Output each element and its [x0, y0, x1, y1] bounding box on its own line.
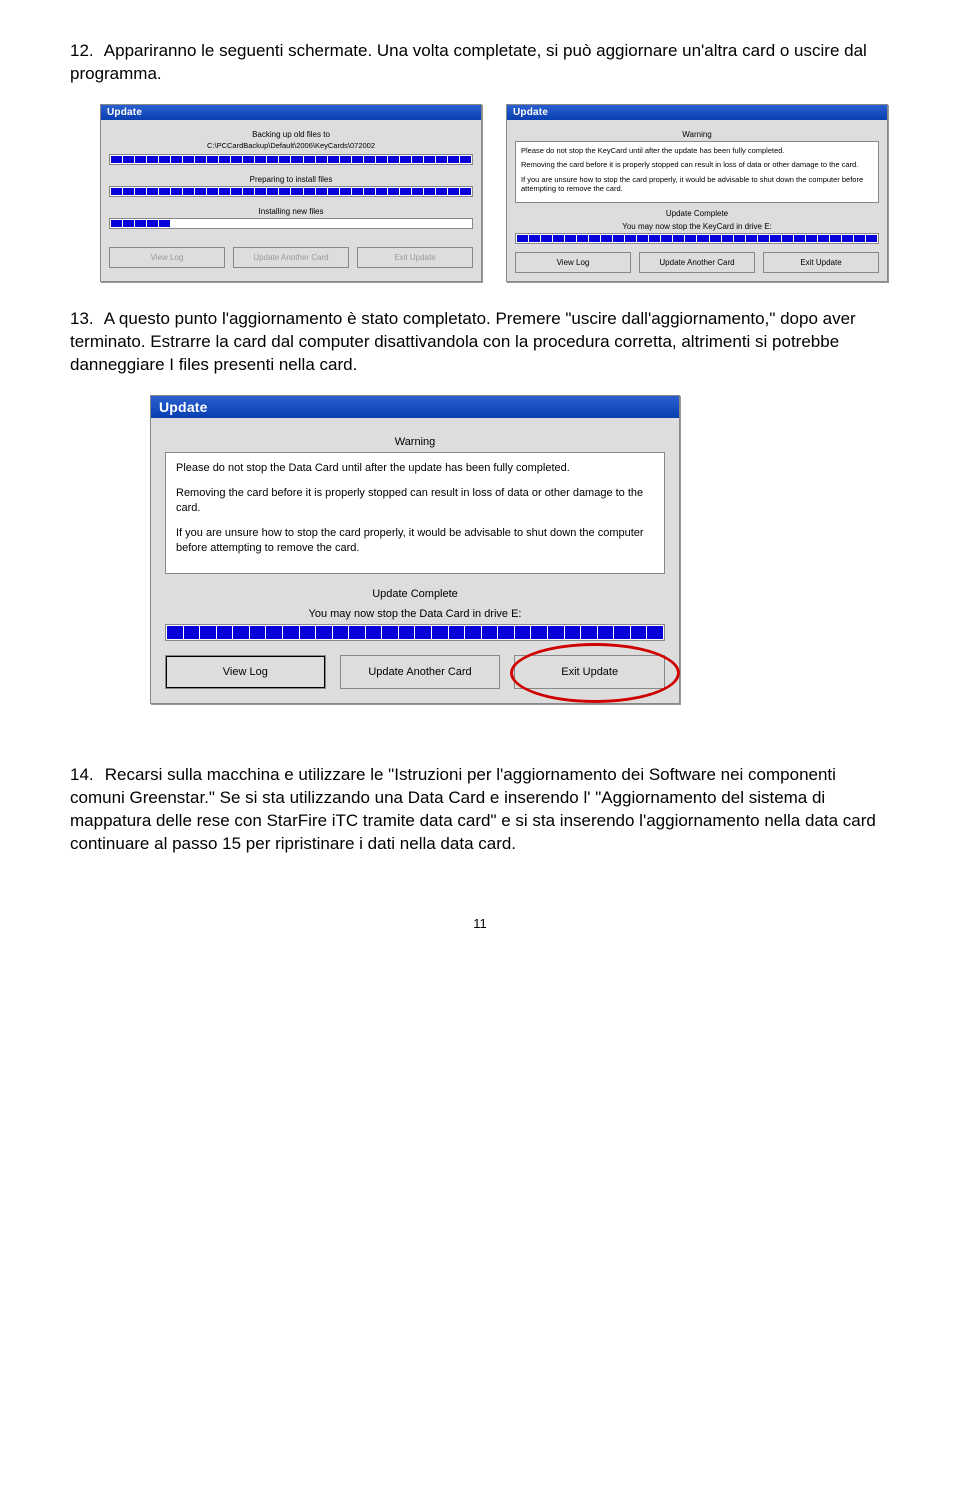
- view-log-button[interactable]: View Log: [109, 247, 225, 268]
- warning-text-box: Please do not stop the KeyCard until aft…: [515, 141, 879, 204]
- exit-update-button[interactable]: Exit Update: [763, 252, 879, 273]
- paragraph-14: 14. Recarsi sulla macchina e utilizzare …: [70, 764, 890, 856]
- paragraph-text: Recarsi sulla macchina e utilizzare le "…: [70, 765, 876, 853]
- dialog-titlebar: Update: [101, 105, 481, 120]
- backup-label: Backing up old files to: [109, 130, 473, 139]
- view-log-button[interactable]: View Log: [515, 252, 631, 273]
- exit-update-button[interactable]: Exit Update: [357, 247, 473, 268]
- update-complete-dialog: Update Warning Please do not stop the Da…: [150, 395, 680, 704]
- complete-progress: [165, 624, 665, 641]
- warning-line: Removing the card before it is properly …: [176, 486, 654, 516]
- paragraph-12: 12. Appariranno le seguenti schermate. U…: [70, 40, 890, 86]
- exit-update-button[interactable]: Exit Update: [514, 655, 665, 689]
- warning-text-box: Please do not stop the Data Card until a…: [165, 452, 665, 574]
- install-progress: [109, 218, 473, 229]
- page-number: 11: [70, 916, 890, 931]
- prepare-progress: [109, 186, 473, 197]
- warning-line: If you are unsure how to stop the card p…: [521, 175, 873, 194]
- paragraph-13: 13. A questo punto l'aggiornamento è sta…: [70, 308, 890, 377]
- stop-msg: You may now stop the Data Card in drive …: [165, 608, 665, 620]
- list-number: 14.: [70, 764, 100, 787]
- complete-label: Update Complete: [515, 209, 879, 218]
- warning-line: Please do not stop the KeyCard until aft…: [521, 146, 873, 155]
- update-another-card-button[interactable]: Update Another Card: [639, 252, 755, 273]
- update-another-card-button[interactable]: Update Another Card: [340, 655, 501, 689]
- complete-label: Update Complete: [165, 588, 665, 600]
- dialog-titlebar: Update: [151, 396, 679, 418]
- update-warning-dialog: Update Warning Please do not stop the Ke…: [506, 104, 888, 283]
- dialog-row: Update Backing up old files to C:\PCCard…: [100, 104, 890, 283]
- install-label: Installing new files: [109, 207, 473, 216]
- list-number: 13.: [70, 308, 100, 331]
- paragraph-text: Appariranno le seguenti schermate. Una v…: [70, 41, 867, 83]
- update-another-card-button[interactable]: Update Another Card: [233, 247, 349, 268]
- backup-path: C:\PCCardBackup\Default\2006\KeyCards\07…: [109, 141, 473, 150]
- warning-line: Please do not stop the Data Card until a…: [176, 461, 654, 476]
- view-log-button[interactable]: View Log: [165, 655, 326, 689]
- update-progress-dialog: Update Backing up old files to C:\PCCard…: [100, 104, 482, 283]
- complete-progress: [515, 233, 879, 244]
- backup-progress: [109, 154, 473, 165]
- warning-label: Warning: [165, 436, 665, 448]
- warning-line: Removing the card before it is properly …: [521, 160, 873, 169]
- stop-msg: You may now stop the KeyCard in drive E:: [515, 222, 879, 231]
- prepare-label: Preparing to install files: [109, 175, 473, 184]
- warning-label: Warning: [515, 130, 879, 139]
- list-number: 12.: [70, 40, 100, 63]
- dialog-titlebar: Update: [507, 105, 887, 120]
- paragraph-text: A questo punto l'aggiornamento è stato c…: [70, 309, 856, 374]
- warning-line: If you are unsure how to stop the card p…: [176, 526, 654, 556]
